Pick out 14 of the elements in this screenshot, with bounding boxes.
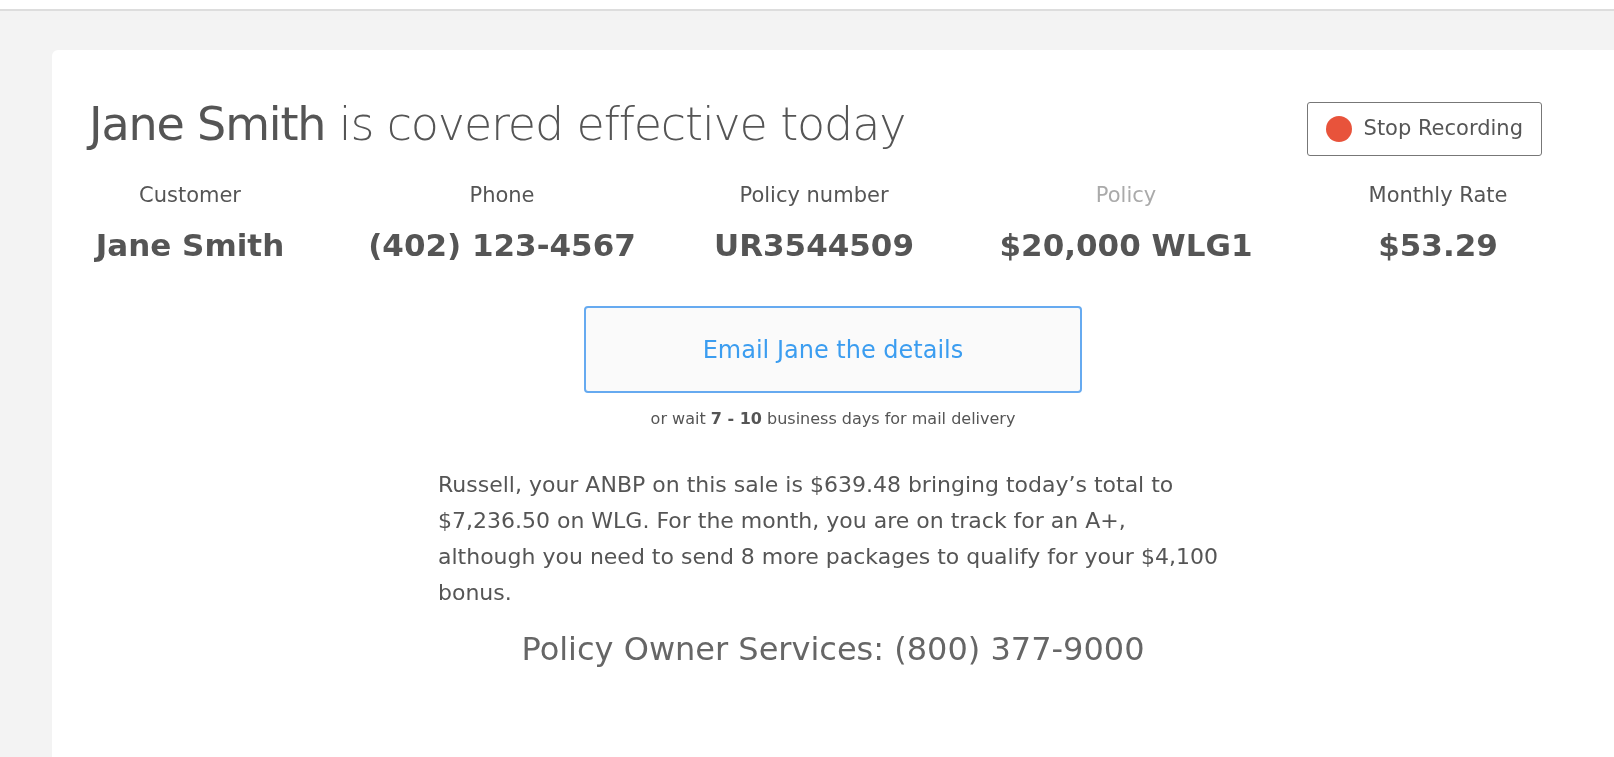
stat-label: Policy number xyxy=(739,182,889,209)
policy-owner-services: Policy Owner Services: (800) 377-9000 xyxy=(521,629,1145,670)
stop-recording-button[interactable]: Stop Recording xyxy=(1306,102,1542,156)
stat-label: Phone xyxy=(469,182,535,209)
stat-value: $20,000 WLG1 xyxy=(999,225,1253,265)
mail-delivery-note: or wait 7 - 10 business days for mail delivery xyxy=(650,408,1016,430)
stat-label: Customer xyxy=(139,182,241,209)
stat-value: UR3544509 xyxy=(713,225,914,265)
stat-value: (402) 123-4567 xyxy=(368,225,636,265)
stat-label: Monthly Rate xyxy=(1368,182,1508,209)
sales-message: Russell, your ANBP on this sale is $639.48 bringing today’s total to $7,236.50 on WLG. For the month, you are on track for an A+, although you need to send 8 more packages to qualify for your $4,100 bonus. xyxy=(438,471,1219,607)
stat-value: $53.29 xyxy=(1378,225,1498,265)
stat-value: Jane Smith xyxy=(95,225,285,265)
stat-label: Policy xyxy=(1095,182,1157,209)
